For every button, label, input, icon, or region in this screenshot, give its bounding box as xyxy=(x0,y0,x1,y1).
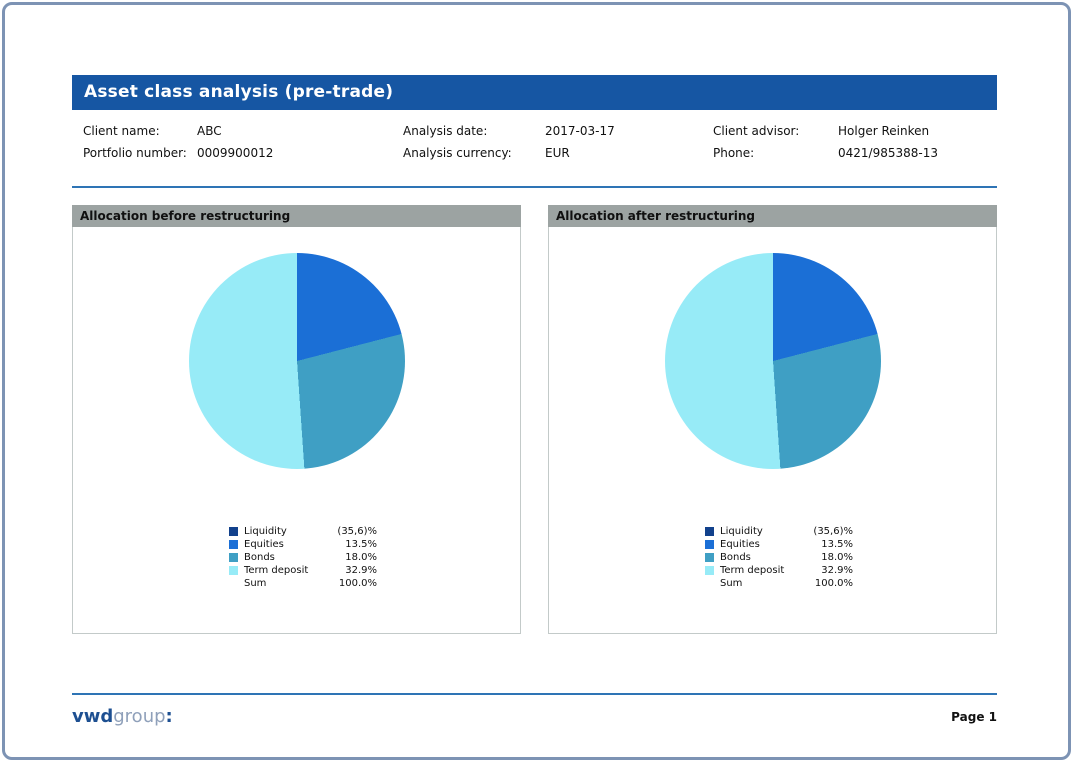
client-name-label: Client name: xyxy=(83,120,197,142)
legend-value: 100.0% xyxy=(333,577,377,590)
legend-label: Term deposit xyxy=(244,564,333,577)
logo-text-vwd: vwd xyxy=(72,706,113,727)
legend-swatch-liquidity xyxy=(705,527,714,536)
vwd-group-logo: vwdgroup: xyxy=(72,705,173,729)
legend-row: Term deposit 32.9% xyxy=(705,564,853,577)
client-info-block: Client name: ABC Analysis date: 2017-03-… xyxy=(72,120,997,164)
legend-row: Sum 100.0% xyxy=(229,577,377,590)
legend-label: Sum xyxy=(244,577,333,590)
legend-label: Equities xyxy=(244,538,333,551)
portfolio-number-value: 0009900012 xyxy=(197,142,403,164)
chart-panels: Allocation before restructuring Liquidit… xyxy=(72,205,997,634)
legend-row: Bonds 18.0% xyxy=(705,551,853,564)
panel-header-before: Allocation before restructuring xyxy=(72,205,521,227)
panel-title: Allocation before restructuring xyxy=(80,209,290,223)
legend-swatch-liquidity xyxy=(229,527,238,536)
panel-title: Allocation after restructuring xyxy=(556,209,755,223)
legend-before: Liquidity (35,6)% Equities 13.5% Bonds 1… xyxy=(229,525,377,590)
client-name-value: ABC xyxy=(197,120,403,142)
client-info-row: Client name: ABC Analysis date: 2017-03-… xyxy=(72,120,997,142)
page-frame: Asset class analysis (pre-trade) Client … xyxy=(2,2,1071,760)
page-number: Page 1 xyxy=(951,710,997,724)
legend-row: Liquidity (35,6)% xyxy=(705,525,853,538)
legend-value: 13.5% xyxy=(809,538,853,551)
report-title-bar: Asset class analysis (pre-trade) xyxy=(72,75,997,110)
panel-body-after: Liquidity (35,6)% Equities 13.5% Bonds 1… xyxy=(548,227,997,634)
legend-value: (35,6)% xyxy=(809,525,853,538)
legend-row: Bonds 18.0% xyxy=(229,551,377,564)
divider-line xyxy=(72,186,997,188)
legend-swatch-term-deposit xyxy=(705,566,714,575)
legend-row: Term deposit 32.9% xyxy=(229,564,377,577)
legend-row: Equities 13.5% xyxy=(229,538,377,551)
legend-label: Liquidity xyxy=(720,525,809,538)
legend-swatch-bonds xyxy=(705,553,714,562)
legend-value: 100.0% xyxy=(809,577,853,590)
legend-row: Liquidity (35,6)% xyxy=(229,525,377,538)
panel-body-before: Liquidity (35,6)% Equities 13.5% Bonds 1… xyxy=(72,227,521,634)
legend-row: Equities 13.5% xyxy=(705,538,853,551)
legend-value: 32.9% xyxy=(333,564,377,577)
legend-value: 13.5% xyxy=(333,538,377,551)
panel-allocation-after: Allocation after restructuring Liquidity… xyxy=(548,205,997,634)
legend-swatch-equities xyxy=(705,540,714,549)
phone-label: Phone: xyxy=(713,142,838,164)
analysis-currency-value: EUR xyxy=(545,142,713,164)
logo-text-group: group xyxy=(113,706,165,727)
page-title: Asset class analysis (pre-trade) xyxy=(84,82,393,102)
phone-value: 0421/985388-13 xyxy=(838,142,997,164)
report-content: Asset class analysis (pre-trade) Client … xyxy=(72,5,997,729)
client-advisor-value: Holger Reinken xyxy=(838,120,997,142)
legend-label: Liquidity xyxy=(244,525,333,538)
legend-value: 18.0% xyxy=(333,551,377,564)
legend-value: 32.9% xyxy=(809,564,853,577)
pie-chart-before xyxy=(189,253,405,469)
legend-label: Equities xyxy=(720,538,809,551)
legend-value: (35,6)% xyxy=(333,525,377,538)
analysis-currency-label: Analysis currency: xyxy=(403,142,545,164)
legend-swatch-term-deposit xyxy=(229,566,238,575)
legend-row: Sum 100.0% xyxy=(705,577,853,590)
pie-chart-after xyxy=(665,253,881,469)
legend-swatch-sum xyxy=(705,579,714,588)
client-advisor-label: Client advisor: xyxy=(713,120,838,142)
legend-after: Liquidity (35,6)% Equities 13.5% Bonds 1… xyxy=(705,525,853,590)
analysis-date-value: 2017-03-17 xyxy=(545,120,713,142)
panel-header-after: Allocation after restructuring xyxy=(548,205,997,227)
legend-value: 18.0% xyxy=(809,551,853,564)
legend-swatch-sum xyxy=(229,579,238,588)
panel-allocation-before: Allocation before restructuring Liquidit… xyxy=(72,205,521,634)
legend-label: Term deposit xyxy=(720,564,809,577)
page-footer: vwdgroup: Page 1 xyxy=(72,705,997,729)
analysis-date-label: Analysis date: xyxy=(403,120,545,142)
legend-label: Bonds xyxy=(720,551,809,564)
client-info-row: Portfolio number: 0009900012 Analysis cu… xyxy=(72,142,997,164)
logo-text-colon: : xyxy=(166,706,173,727)
legend-label: Bonds xyxy=(244,551,333,564)
legend-swatch-bonds xyxy=(229,553,238,562)
legend-label: Sum xyxy=(720,577,809,590)
footer-divider-line xyxy=(72,693,997,695)
legend-swatch-equities xyxy=(229,540,238,549)
portfolio-number-label: Portfolio number: xyxy=(83,142,197,164)
